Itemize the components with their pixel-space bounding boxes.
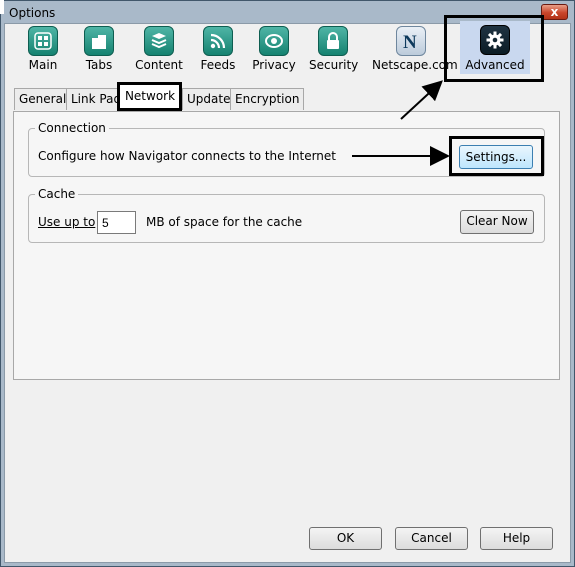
arrow-to-advanced [400, 80, 443, 120]
annotation-layer [352, 80, 450, 166]
